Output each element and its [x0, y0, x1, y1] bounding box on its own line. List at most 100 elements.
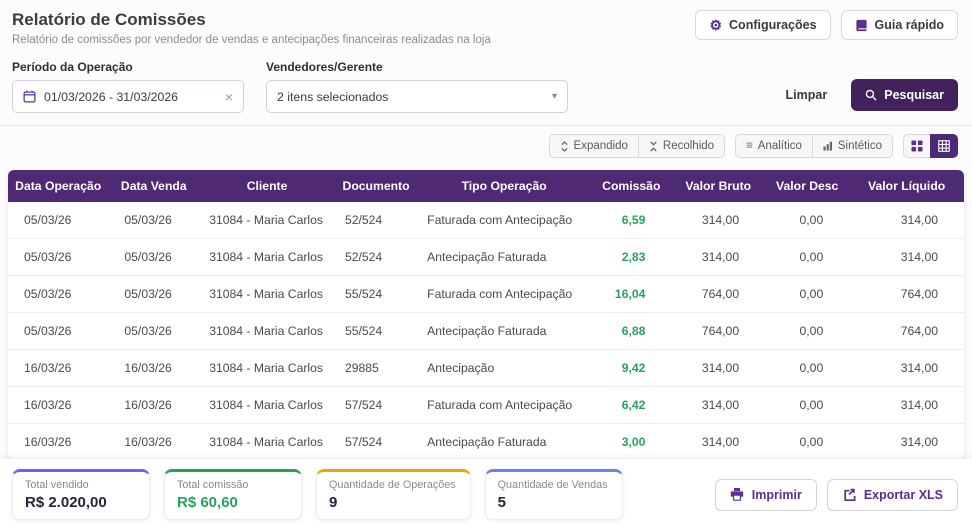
table-cell: 31084 - Maria Carlos [199, 313, 335, 350]
page-title: Relatório de Comissões [12, 10, 491, 30]
table-cell: 05/03/26 [8, 276, 108, 313]
analytic-view-button[interactable]: ≡ Analítico [735, 134, 812, 158]
column-header: Valor Líquido [849, 170, 964, 202]
table-cell: 3,00 [591, 424, 671, 460]
table-cell: Antecipação Faturada [417, 424, 591, 460]
operations-count-card: Quantidade de Operações 9 [316, 469, 471, 520]
search-button[interactable]: Pesquisar [851, 79, 958, 111]
table-row[interactable]: 16/03/2616/03/2631084 - Maria Carlos57/5… [8, 424, 964, 460]
export-xls-button[interactable]: Exportar XLS [827, 479, 958, 511]
gear-icon: ⚙ [709, 18, 722, 32]
total-commission-card: Total comissão R$ 60,60 [164, 469, 302, 520]
table-cell: 16,04 [591, 276, 671, 313]
page-subtitle: Relatório de comissões por vendedor de v… [12, 34, 491, 46]
header-section: Relatório de Comissões Relatório de comi… [0, 0, 972, 125]
synthetic-view-button[interactable]: Sintético [812, 134, 893, 158]
table-cell: Faturada com Antecipação [417, 276, 591, 313]
title-block: Relatório de Comissões Relatório de comi… [12, 10, 491, 46]
bar-chart-icon [823, 141, 833, 151]
table-cell: 05/03/26 [108, 239, 199, 276]
export-icon [842, 488, 856, 501]
table-cell: 57/524 [335, 387, 417, 424]
table-cell: 9,42 [591, 350, 671, 387]
table-cell: 314,00 [849, 387, 964, 424]
print-button-label: Imprimir [752, 488, 802, 502]
collapse-all-label: Recolhido [663, 140, 714, 152]
table-cell: 314,00 [671, 239, 765, 276]
table-row[interactable]: 16/03/2616/03/2631084 - Maria Carlos57/5… [8, 387, 964, 424]
table-body: 05/03/2605/03/2631084 - Maria Carlos52/5… [8, 202, 964, 459]
column-header: Valor Bruto [671, 170, 765, 202]
quick-guide-button[interactable]: Guia rápido [841, 10, 958, 40]
sellers-select-value: 2 itens selecionados [277, 90, 388, 104]
print-button[interactable]: Imprimir [715, 479, 817, 511]
table-cell: 05/03/26 [108, 202, 199, 239]
expand-all-button[interactable]: Expandido [549, 134, 638, 158]
operations-count-value: 9 [329, 494, 456, 511]
total-sold-label: Total vendido [25, 479, 135, 491]
expand-all-label: Expandido [574, 140, 628, 152]
results-table-panel: Data OperaçãoData VendaClienteDocumentoT… [8, 170, 964, 459]
table-cell: 05/03/26 [108, 276, 199, 313]
table-cell: 6,42 [591, 387, 671, 424]
filters-section: Período da Operação 01/03/2026 - 31/03/2… [12, 60, 958, 113]
column-header: Data Venda [108, 170, 199, 202]
list-icon: ≡ [746, 140, 753, 152]
table-cell: 764,00 [849, 313, 964, 350]
summary-footer: Total vendido R$ 2.020,00 Total comissão… [0, 459, 972, 532]
view-mode-group: ≡ Analítico Sintético [735, 134, 893, 158]
table-cell: 314,00 [671, 424, 765, 460]
clear-date-icon[interactable]: × [225, 89, 233, 105]
unfold-more-icon [560, 141, 569, 152]
table-cell: 16/03/26 [8, 387, 108, 424]
table-row[interactable]: 16/03/2616/03/2631084 - Maria Carlos2988… [8, 350, 964, 387]
table-cell: 31084 - Maria Carlos [199, 387, 335, 424]
period-filter: Período da Operação 01/03/2026 - 31/03/2… [12, 60, 244, 113]
table-row[interactable]: 05/03/2605/03/2631084 - Maria Carlos52/5… [8, 202, 964, 239]
layout-toggle-group [903, 134, 958, 158]
table-cell: Antecipação [417, 350, 591, 387]
table-view-button[interactable] [930, 134, 958, 158]
sales-count-label: Quantidade de Vendas [498, 479, 608, 491]
total-commission-value: R$ 60,60 [177, 494, 287, 511]
table-cell: 31084 - Maria Carlos [199, 202, 335, 239]
table-row[interactable]: 05/03/2605/03/2631084 - Maria Carlos52/5… [8, 239, 964, 276]
table-row[interactable]: 05/03/2605/03/2631084 - Maria Carlos55/5… [8, 313, 964, 350]
table-cell: 314,00 [671, 202, 765, 239]
table-cell: 764,00 [849, 276, 964, 313]
synthetic-view-label: Sintético [838, 140, 882, 152]
table-cell: 52/524 [335, 239, 417, 276]
table-cell: Faturada com Antecipação [417, 202, 591, 239]
table-cell: 16/03/26 [108, 424, 199, 460]
table-toolbar: Expandido Recolhido ≡ Analítico Sintétic… [0, 125, 972, 166]
clear-filters-button[interactable]: Limpar [780, 87, 834, 103]
table-cell: 55/524 [335, 313, 417, 350]
settings-button[interactable]: ⚙ Configurações [695, 10, 830, 40]
table-cell: 764,00 [671, 276, 765, 313]
settings-button-label: Configurações [729, 18, 817, 32]
collapse-all-button[interactable]: Recolhido [638, 134, 725, 158]
export-xls-button-label: Exportar XLS [864, 488, 943, 502]
filter-actions: Limpar Pesquisar [780, 79, 958, 113]
cards-view-button[interactable] [903, 134, 930, 158]
column-header: Tipo Operação [417, 170, 591, 202]
commissions-table: Data OperaçãoData VendaClienteDocumentoT… [8, 170, 964, 459]
table-cell: 16/03/26 [108, 350, 199, 387]
table-cell: 05/03/26 [8, 313, 108, 350]
commission-report-page: Relatório de Comissões Relatório de comi… [0, 0, 972, 532]
table-cell: 6,59 [591, 202, 671, 239]
table-cell: 314,00 [671, 350, 765, 387]
table-cell: 314,00 [849, 239, 964, 276]
table-cell: 16/03/26 [8, 350, 108, 387]
period-date-input[interactable]: 01/03/2026 - 31/03/2026 × [12, 80, 244, 113]
search-button-label: Pesquisar [884, 88, 944, 102]
total-commission-label: Total comissão [177, 479, 287, 491]
sellers-filter-label: Vendedores/Gerente [266, 60, 568, 74]
table-cell: 314,00 [671, 387, 765, 424]
table-row[interactable]: 05/03/2605/03/2631084 - Maria Carlos55/5… [8, 276, 964, 313]
sellers-select[interactable]: 2 itens selecionados ▾ [266, 80, 568, 113]
table-cell: 764,00 [671, 313, 765, 350]
sales-count-card: Quantidade de Vendas 5 [485, 469, 623, 520]
chevron-down-icon: ▾ [552, 91, 557, 102]
table-cell: 0,00 [765, 239, 849, 276]
